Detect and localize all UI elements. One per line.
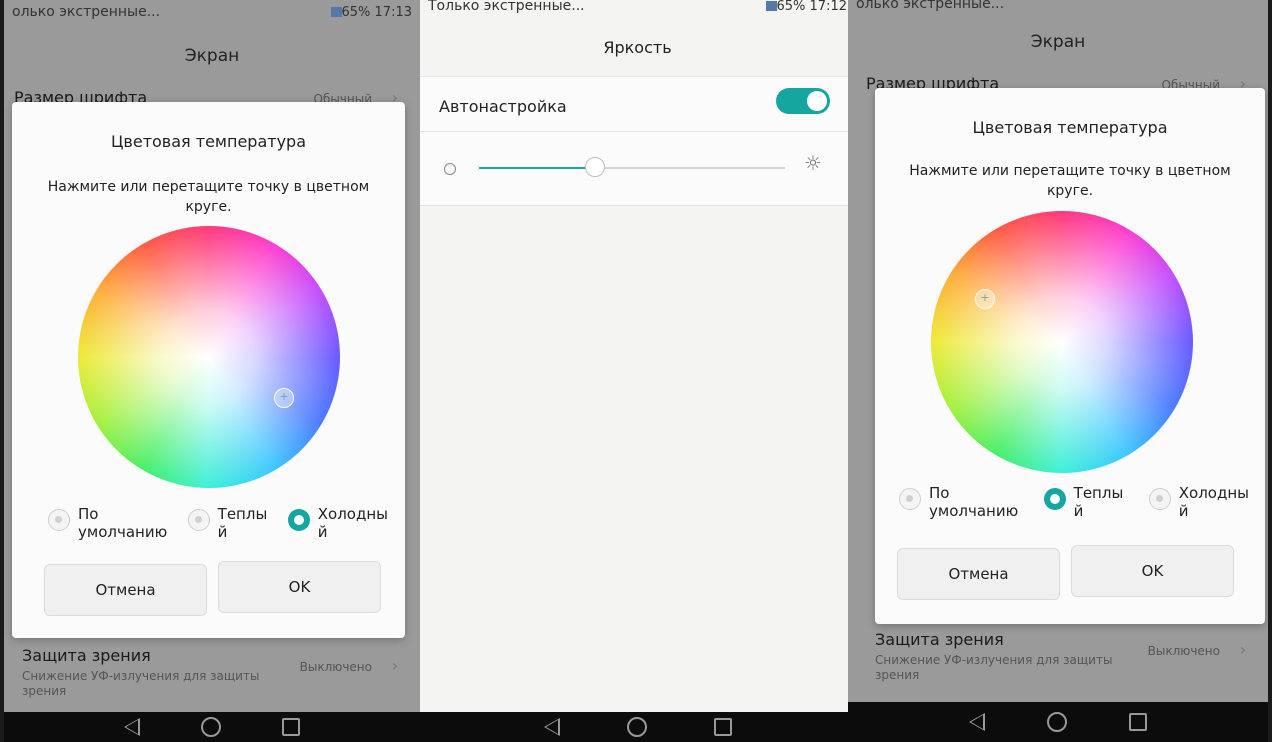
dialog-title: Цветовая температура (972, 118, 1168, 137)
status-right: 65% 17:12 (776, 0, 848, 14)
dialog-title: Цветовая температура (111, 132, 306, 151)
status-bar: олько экстренные... 65% 17:13 (4, 0, 420, 24)
color-wheel[interactable]: + (78, 226, 340, 488)
back-icon[interactable] (543, 718, 560, 736)
radio-cold[interactable] (1148, 488, 1171, 510)
brightness-high-icon: ☼ (804, 151, 822, 175)
temperature-options: По умолчанию Теплы й Холодны й (899, 484, 1249, 520)
divider (420, 131, 855, 132)
option-default[interactable]: По умолчанию (899, 484, 1018, 520)
option-cold[interactable]: Холодны й (1148, 484, 1249, 520)
color-temperature-dialog: Цветовая температура Нажмите или перетащ… (875, 88, 1265, 624)
back-icon[interactable] (969, 713, 985, 731)
home-icon[interactable] (200, 717, 221, 737)
navigation-bar (848, 702, 1268, 742)
option-default-label: По умолчанию (78, 505, 168, 541)
brightness-slider-fill (479, 167, 596, 169)
eye-protection-subtitle: Снижение УФ-излучения для защиты зрения (22, 669, 260, 698)
color-picker-dot[interactable]: + (975, 289, 995, 309)
navigation-bar (420, 712, 855, 742)
dialog-message: Нажмите или перетащите точку в цветном к… (909, 163, 1231, 199)
home-icon[interactable] (626, 717, 647, 737)
recent-apps-icon[interactable] (1129, 713, 1147, 731)
option-cold-label: Холодны й (1178, 484, 1249, 520)
chevron-right-icon: › (391, 656, 398, 675)
status-bar: Только экстренные... 65% 17:12 (420, 0, 855, 18)
auto-brightness-label: Автонастройка (439, 97, 567, 116)
notification-text: олько экстренные... (12, 4, 161, 20)
eye-protection-value: Выключено (1147, 644, 1220, 658)
middle-screen: Только экстренные... 65% 17:12 Яркость А… (420, 0, 855, 742)
option-warm[interactable]: Теплы й (187, 505, 268, 541)
notification-icon (765, 1, 777, 11)
chevron-right-icon: › (1239, 640, 1246, 659)
cancel-button[interactable]: Отмена (897, 548, 1060, 600)
eye-protection-row[interactable]: Защита зрения Снижение УФ-излучения для … (4, 646, 420, 699)
navigation-bar (4, 712, 420, 742)
option-warm-label: Теплы й (1073, 484, 1124, 520)
right-screen: олько экстренные... Экран Размер шрифта … (848, 0, 1268, 742)
eye-protection-row[interactable]: Защита зрения Снижение УФ-излучения для … (848, 630, 1268, 683)
ok-button[interactable]: OK (1071, 545, 1234, 597)
left-screen: олько экстренные... 65% 17:13 Экран Разм… (4, 0, 420, 742)
notification-icon (330, 7, 342, 17)
color-picker-dot[interactable]: + (274, 388, 294, 408)
dialog-message: Нажмите или перетащите точку в цветном к… (47, 179, 370, 215)
status-right: 65% 17:13 (341, 4, 413, 20)
page-title: Яркость (603, 38, 672, 57)
radio-warm[interactable] (1043, 488, 1066, 510)
option-warm-label: Теплы й (217, 505, 268, 541)
auto-brightness-toggle[interactable] (776, 88, 830, 114)
radio-cold[interactable] (287, 509, 310, 531)
page-title: Экран (184, 46, 240, 66)
divider (420, 205, 855, 206)
recent-apps-icon[interactable] (281, 718, 300, 736)
eye-protection-subtitle: Снижение УФ-излучения для защиты зрения (875, 653, 1113, 682)
status-bar: олько экстренные... (848, 0, 1268, 16)
brightness-card: Автонастройка ☼ (420, 77, 855, 205)
radio-default[interactable] (899, 488, 921, 510)
option-warm[interactable]: Теплы й (1043, 484, 1124, 520)
option-default[interactable]: По умолчанию (48, 505, 167, 541)
recent-apps-icon[interactable] (713, 718, 732, 736)
page-title: Экран (1030, 32, 1086, 52)
home-icon[interactable] (1047, 712, 1067, 732)
brightness-low-icon (444, 163, 456, 175)
brightness-slider-thumb[interactable] (585, 157, 606, 177)
notification-text: Только экстренные... (428, 0, 585, 14)
option-default-label: По умолчанию (929, 484, 1019, 520)
cancel-button[interactable]: Отмена (44, 564, 207, 616)
back-icon[interactable] (124, 718, 141, 736)
ok-button[interactable]: OK (218, 561, 381, 613)
radio-default[interactable] (48, 509, 70, 531)
eye-protection-value: Выключено (299, 660, 372, 674)
color-temperature-dialog: Цветовая температура Нажмите или перетащ… (12, 102, 405, 638)
color-wheel[interactable]: + (931, 211, 1193, 473)
radio-warm[interactable] (187, 509, 210, 531)
notification-text: олько экстренные... (856, 0, 1005, 12)
option-cold-label: Холодны й (317, 505, 388, 541)
option-cold[interactable]: Холодны й (287, 505, 388, 541)
temperature-options: По умолчанию Теплы й Холодны й (48, 505, 388, 541)
